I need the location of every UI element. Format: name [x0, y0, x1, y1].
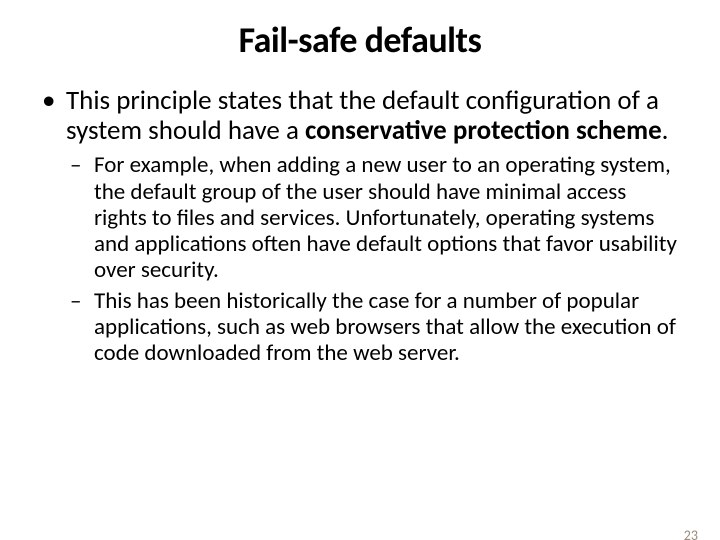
bullet-item-1: This principle states that the default c…	[36, 86, 684, 366]
slide-content: This principle states that the default c…	[0, 86, 720, 366]
bullet1-post-text: .	[662, 114, 669, 147]
bullet-list-level1: This principle states that the default c…	[36, 86, 684, 366]
sub-bullet-2: This has been historically the case for …	[66, 288, 684, 367]
bullet1-bold-text: conservative protection scheme	[305, 114, 662, 147]
page-number: 23	[684, 527, 698, 540]
sub-bullet-1: For example, when adding a new user to a…	[66, 152, 684, 283]
bullet-list-level2: For example, when adding a new user to a…	[66, 152, 684, 366]
slide: Fail-safe defaults This principle states…	[0, 18, 720, 540]
slide-title: Fail-safe defaults	[0, 18, 720, 62]
